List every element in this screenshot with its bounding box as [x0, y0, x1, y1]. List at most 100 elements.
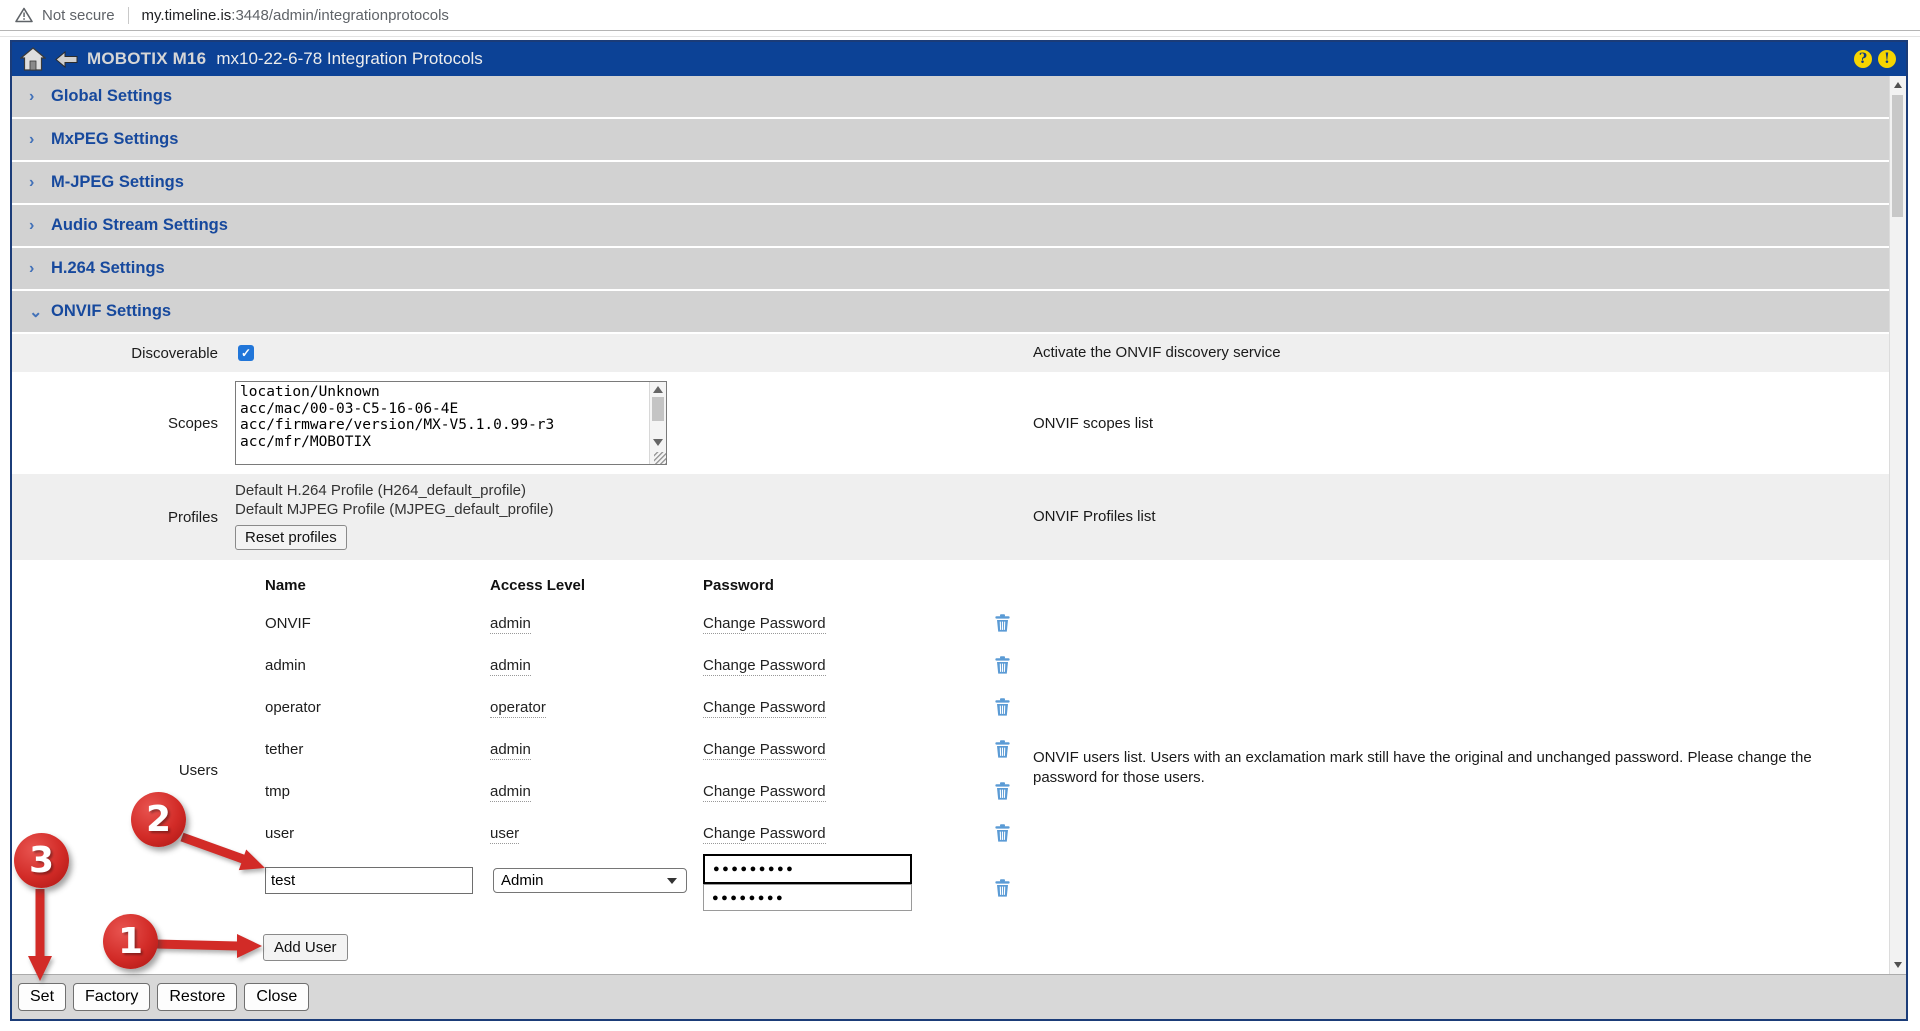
browser-address-bar[interactable]: Not secure my.timeline.is:3448/admin/int…	[0, 0, 1920, 31]
page-top-divider	[0, 36, 1920, 37]
discoverable-checkbox[interactable]: ✓	[238, 345, 254, 361]
scopes-textarea-value[interactable]: location/Unknown acc/mac/00-03-C5-16-06-…	[236, 382, 649, 464]
profiles-row: Profiles Default H.264 Profile (H264_def…	[12, 474, 1889, 560]
accordion-section-label: M-JPEG Settings	[51, 173, 184, 192]
change-password-link[interactable]: Change Password	[703, 741, 826, 760]
delete-user-trash-icon[interactable]	[995, 782, 1010, 800]
chevron-icon: ›	[29, 174, 39, 192]
column-header-access-level: Access Level	[490, 577, 703, 594]
accordion-section-label: MxPEG Settings	[51, 130, 178, 149]
accordion-section-label: H.264 Settings	[51, 259, 165, 278]
info-icon[interactable]: !	[1878, 50, 1896, 68]
reset-profiles-button[interactable]: Reset profiles	[235, 525, 347, 550]
new-user-name-input[interactable]	[265, 867, 473, 894]
new-user-password-input[interactable]: ●●●●●●●●●	[703, 854, 912, 884]
back-arrow-icon[interactable]	[55, 51, 78, 68]
page-scrollbar-down-arrow-icon[interactable]	[1890, 957, 1906, 972]
restore-button[interactable]: Restore	[157, 983, 237, 1011]
factory-button[interactable]: Factory	[73, 983, 150, 1011]
url-host: my.timeline.is	[142, 7, 232, 24]
scopes-scrollbar[interactable]	[649, 382, 666, 464]
not-secure-label[interactable]: Not secure	[42, 7, 115, 24]
user-access-level[interactable]: operator	[490, 699, 546, 718]
change-password-link[interactable]: Change Password	[703, 783, 826, 802]
table-row: admin admin Change Password	[265, 644, 1889, 686]
url-text[interactable]: my.timeline.is:3448/admin/integrationpro…	[142, 7, 449, 24]
discoverable-description: Activate the ONVIF discovery service	[1033, 344, 1281, 361]
discoverable-label: Discoverable	[12, 345, 218, 362]
new-user-form-row: Admin ●●●●●●●●● ●●●●●●●●	[265, 854, 1889, 918]
delete-user-trash-icon[interactable]	[995, 824, 1010, 842]
accordion-section-label: ONVIF Settings	[51, 302, 171, 321]
new-user-access-level-select[interactable]: Admin	[493, 868, 687, 893]
accordion-section-audio-stream-settings[interactable]: › Audio Stream Settings	[12, 205, 1889, 246]
user-name: admin	[265, 657, 490, 674]
users-description: ONVIF users list. Users with an exclamat…	[1033, 748, 1843, 788]
column-header-name: Name	[265, 577, 490, 594]
profiles-description: ONVIF Profiles list	[1033, 508, 1156, 525]
delete-user-trash-icon[interactable]	[995, 698, 1010, 716]
page-scrollbar[interactable]	[1889, 76, 1906, 974]
password-confirm-dots: ●●●●●●●●	[712, 892, 785, 904]
close-button[interactable]: Close	[244, 983, 309, 1011]
users-row: Users Name Access Level Password ONVIF a…	[12, 562, 1889, 970]
user-access-level[interactable]: user	[490, 825, 519, 844]
table-row: operator operator Change Password	[265, 686, 1889, 728]
accordion-list: › Global Settings › MxPEG Settings › M-J…	[12, 76, 1889, 332]
column-header-password: Password	[703, 577, 995, 594]
users-table-body: ONVIF admin Change Password	[265, 602, 1889, 854]
accordion-section-h264-settings[interactable]: › H.264 Settings	[12, 248, 1889, 289]
discoverable-row: Discoverable ✓ Activate the ONVIF discov…	[12, 334, 1889, 372]
page-scrollbar-up-arrow-icon[interactable]	[1890, 78, 1906, 93]
user-access-level[interactable]: admin	[490, 615, 531, 634]
app-title-bar: MOBOTIX M16 mx10-22-6-78 Integration Pro…	[12, 42, 1906, 76]
accordion-section-global-settings[interactable]: › Global Settings	[12, 76, 1889, 117]
scrollbar-thumb[interactable]	[652, 397, 664, 421]
profiles-label: Profiles	[12, 509, 218, 526]
set-button[interactable]: Set	[18, 983, 66, 1011]
change-password-link[interactable]: Change Password	[703, 825, 826, 844]
user-name: ONVIF	[265, 615, 490, 632]
scrollbar-down-arrow-icon[interactable]	[653, 439, 663, 446]
scrollbar-up-arrow-icon[interactable]	[653, 386, 663, 393]
not-secure-warning-icon	[15, 7, 33, 23]
delete-new-user-trash-icon[interactable]	[995, 879, 1010, 897]
chevron-icon: ›	[29, 131, 39, 149]
user-access-level[interactable]: admin	[490, 783, 531, 802]
user-name: user	[265, 825, 490, 842]
delete-user-trash-icon[interactable]	[995, 656, 1010, 674]
page-scrollbar-thumb[interactable]	[1892, 95, 1903, 217]
url-path: :3448/admin/integrationprotocols	[231, 7, 449, 24]
profile-line-mjpeg: Default MJPEG Profile (MJPEG_default_pro…	[235, 500, 553, 519]
delete-user-trash-icon[interactable]	[995, 740, 1010, 758]
textarea-resize-grip-icon[interactable]	[654, 452, 666, 464]
accordion-section-onvif-settings[interactable]: ⌄ ONVIF Settings	[12, 291, 1889, 332]
camera-admin-frame: MOBOTIX M16 mx10-22-6-78 Integration Pro…	[10, 40, 1908, 1021]
accordion-section-mjpeg-settings[interactable]: › M-JPEG Settings	[12, 162, 1889, 203]
add-user-button[interactable]: Add User	[263, 934, 348, 961]
accordion-section-label: Audio Stream Settings	[51, 216, 228, 235]
scopes-row: Scopes location/Unknown acc/mac/00-03-C5…	[12, 374, 1889, 472]
delete-user-trash-icon[interactable]	[995, 614, 1010, 632]
change-password-link[interactable]: Change Password	[703, 657, 826, 676]
profile-line-h264: Default H.264 Profile (H264_default_prof…	[235, 481, 553, 500]
content-area: › Global Settings › MxPEG Settings › M-J…	[12, 76, 1906, 974]
user-name: tether	[265, 741, 490, 758]
accordion-section-label: Global Settings	[51, 87, 172, 106]
chevron-icon: ›	[29, 260, 39, 278]
table-row: ONVIF admin Change Password	[265, 602, 1889, 644]
user-access-level[interactable]: admin	[490, 741, 531, 760]
scopes-textarea[interactable]: location/Unknown acc/mac/00-03-C5-16-06-…	[235, 381, 667, 465]
chevron-icon: ⌄	[29, 302, 39, 322]
selected-access-level: Admin	[501, 872, 544, 889]
help-icon[interactable]: ?	[1854, 50, 1872, 68]
accordion-section-mxpeg-settings[interactable]: › MxPEG Settings	[12, 119, 1889, 160]
url-divider	[128, 7, 129, 24]
new-user-password-confirm-input[interactable]: ●●●●●●●●	[703, 884, 912, 911]
user-name: operator	[265, 699, 490, 716]
change-password-link[interactable]: Change Password	[703, 615, 826, 634]
home-icon[interactable]	[20, 47, 46, 71]
change-password-link[interactable]: Change Password	[703, 699, 826, 718]
select-chevron-down-icon	[667, 878, 677, 884]
user-access-level[interactable]: admin	[490, 657, 531, 676]
